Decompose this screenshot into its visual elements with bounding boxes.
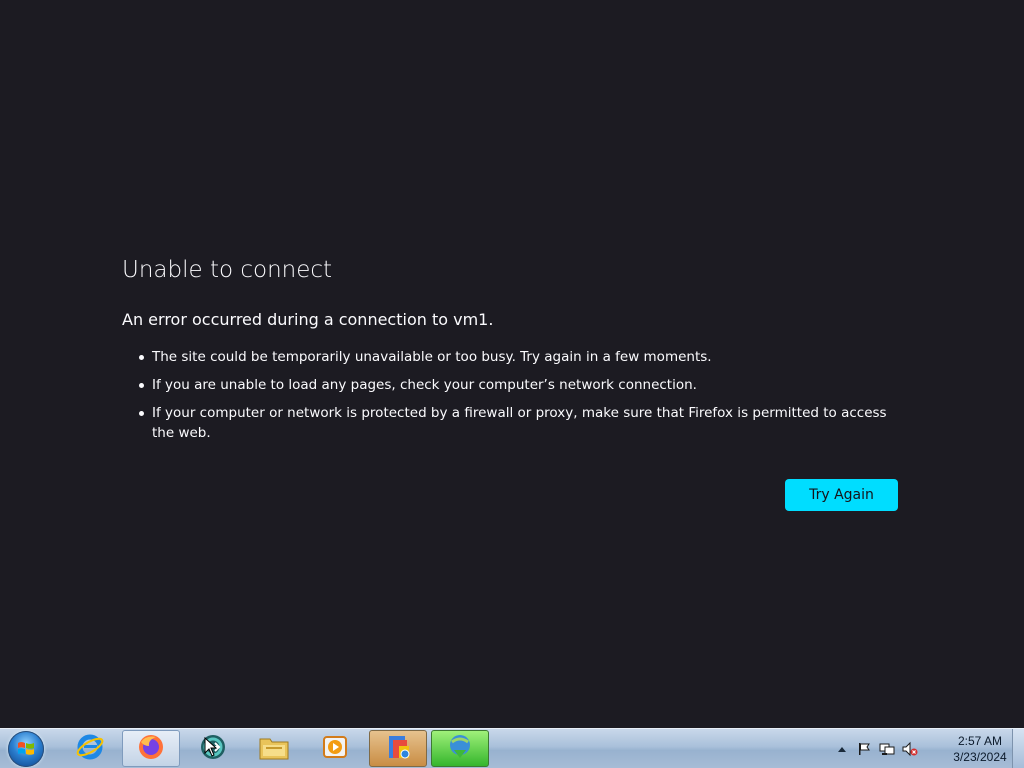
suggestion-item: If you are unable to load any pages, che… [139,375,898,395]
windows-logo-icon [8,731,44,767]
error-suggestions-list: The site could be temporarily unavailabl… [122,347,898,443]
suggestion-item: If your computer or network is protected… [139,403,898,443]
action-center-flag-icon[interactable] [856,741,872,757]
taskbar: 2:57 AM 3/23/2024 [0,728,1024,768]
taskbar-clock[interactable]: 2:57 AM 3/23/2024 [943,733,1017,765]
start-button[interactable] [4,730,48,768]
installer-icon [383,732,413,766]
system-tray: 2:57 AM 3/23/2024 [834,729,1024,768]
error-title: Unable to connect [122,257,333,283]
taskbar-firefox[interactable] [122,730,180,767]
media-player-icon [320,732,350,766]
error-subtitle: An error occurred during a connection to… [122,310,494,329]
network-icon[interactable] [879,741,895,757]
internet-explorer-icon [75,732,105,766]
download-manager-icon [444,732,476,766]
error-container: Unable to connect An error occurred duri… [122,254,898,451]
taskbar-internet-explorer[interactable] [61,730,119,767]
show-desktop-button[interactable] [1012,729,1024,768]
firefox-icon [136,732,166,766]
try-again-button[interactable]: Try Again [785,479,898,511]
suggestion-item: The site could be temporarily unavailabl… [139,347,898,367]
taskbar-installer[interactable] [369,730,427,767]
taskbar-download-manager[interactable] [431,730,489,767]
screen: Unable to connect An error occurred duri… [0,0,1024,768]
mouse-cursor-icon [204,736,218,757]
clock-date: 3/23/2024 [953,750,1007,764]
taskbar-media-player[interactable] [306,730,364,767]
taskbar-file-explorer[interactable] [245,730,303,767]
volume-muted-icon[interactable] [902,741,918,757]
clock-time: 2:57 AM [957,734,1003,748]
show-hidden-icons-chevron-icon[interactable] [834,741,850,757]
file-explorer-icon [258,733,290,765]
firefox-error-page: Unable to connect An error occurred duri… [0,0,1024,728]
